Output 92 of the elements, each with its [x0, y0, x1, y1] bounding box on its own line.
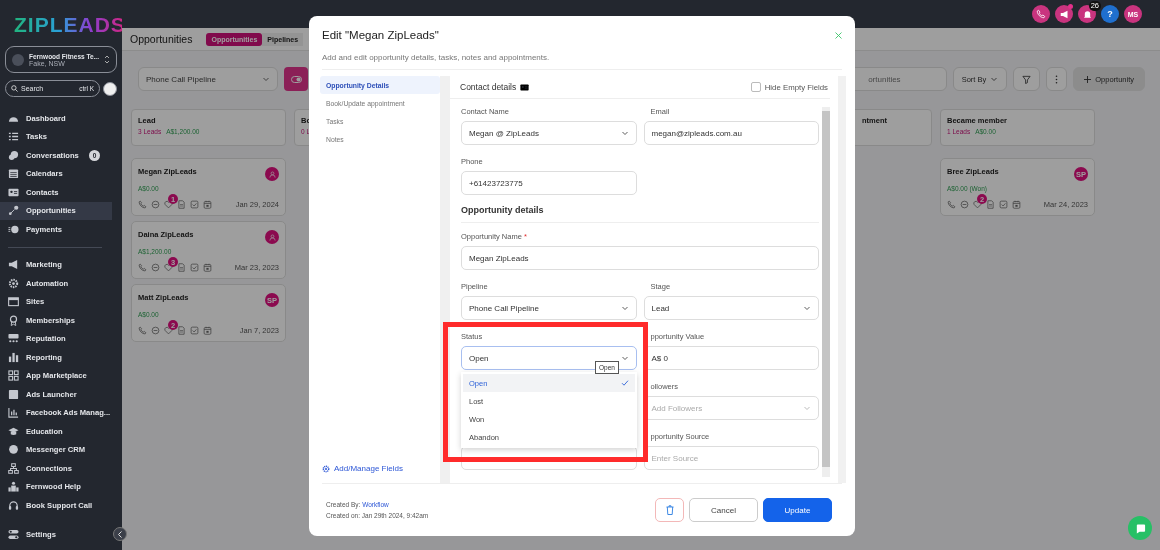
gear-icon	[8, 277, 19, 289]
chevron-down-icon	[262, 75, 270, 83]
dialog-title: Edit "Megan ZipLeads"	[322, 29, 439, 41]
chat-icon[interactable]	[151, 326, 160, 335]
grid-icon	[8, 370, 19, 382]
toggle-icon	[290, 75, 302, 83]
phone-icon[interactable]	[138, 200, 147, 209]
plus-icon	[1084, 75, 1092, 83]
ribbon-icon	[8, 314, 19, 326]
phone-icon	[1036, 9, 1046, 19]
select-field[interactable]: Megan @ ZipLeads	[461, 121, 637, 145]
phone-icon[interactable]	[947, 200, 956, 209]
dialog-subtitle: Add and edit opportunity details, tasks, notes and appointments.	[322, 53, 842, 70]
chevron-down-icon	[990, 75, 999, 83]
chevron-left-icon	[117, 530, 123, 538]
phone-icon[interactable]	[138, 263, 147, 272]
document-icon[interactable]	[177, 263, 186, 272]
bell-icon	[1082, 9, 1092, 19]
select-field[interactable]: Phone Call Pipeline	[461, 296, 637, 320]
toggles-icon	[8, 529, 19, 541]
select-field[interactable]: Lead	[643, 296, 819, 320]
document-icon[interactable]	[986, 200, 995, 209]
checklist-icon	[8, 131, 19, 143]
people-icon	[8, 481, 19, 493]
trash-icon	[665, 505, 674, 515]
stars-icon	[8, 333, 19, 345]
coin-icon	[8, 223, 19, 235]
search-icon	[11, 85, 18, 92]
phone-icon[interactable]	[138, 326, 147, 335]
checkbox-icon[interactable]	[999, 200, 1008, 209]
section-title: Opportunity details	[461, 205, 819, 223]
pipeline-select[interactable]: Phone Call Pipeline	[138, 67, 278, 91]
section-title: Contact details	[460, 82, 517, 92]
nodes-icon	[8, 205, 19, 217]
id-card-icon	[8, 186, 19, 198]
check-icon	[620, 379, 629, 387]
document-icon[interactable]	[177, 326, 186, 335]
location-avatar	[12, 53, 24, 66]
bar-chart-icon	[8, 351, 19, 363]
close-button[interactable]	[835, 31, 842, 39]
heart-icon[interactable]	[164, 326, 173, 335]
filter-icon	[1022, 74, 1032, 84]
announcements-button[interactable]	[1055, 5, 1073, 23]
chat-icon[interactable]	[151, 200, 160, 209]
input-field[interactable]: Megan ZipLeads	[461, 246, 819, 270]
scrollbar[interactable]	[822, 107, 830, 477]
up-down-chevron-icon	[104, 55, 110, 64]
input-field[interactable]: +61423723775	[461, 171, 637, 195]
chat-bubbles-icon	[8, 149, 19, 161]
network-icon	[8, 462, 19, 474]
checkbox-icon[interactable]	[190, 326, 199, 335]
help-button[interactable]: ?	[1101, 5, 1119, 23]
calendar-icon[interactable]	[203, 326, 212, 335]
filter-button[interactable]	[1013, 67, 1041, 91]
chevron-down-icon	[803, 304, 811, 312]
heart-icon[interactable]	[164, 263, 173, 272]
checkbox-icon[interactable]	[190, 263, 199, 272]
secondary-button[interactable]: Cancel	[689, 498, 758, 522]
document-icon[interactable]	[177, 200, 186, 209]
primary-button[interactable]: Update	[763, 498, 832, 522]
chart-icon	[8, 407, 19, 419]
calendar-icon[interactable]	[203, 200, 212, 209]
close-icon	[835, 31, 842, 39]
tile-icon	[8, 388, 19, 400]
delete-button[interactable]	[655, 498, 684, 522]
page-title: Opportunities	[130, 33, 193, 45]
kebab-menu-icon	[1055, 74, 1059, 84]
chevron-down-icon	[620, 354, 629, 362]
calendar-icon[interactable]	[203, 263, 212, 272]
chevron-down-icon	[620, 129, 629, 137]
browser-window-icon	[8, 296, 19, 308]
megaphone-icon	[1059, 9, 1069, 19]
headset-icon	[8, 499, 19, 511]
checkbox-icon[interactable]	[190, 200, 199, 209]
quick-action-button[interactable]	[103, 81, 117, 96]
calendar-icon[interactable]	[1012, 200, 1021, 209]
chat-icon[interactable]	[151, 263, 160, 272]
input-field[interactable]: megan@zipleads.com.au	[643, 121, 819, 145]
chevron-down-icon	[620, 304, 629, 312]
notification-dot	[1068, 4, 1073, 9]
megaphone-icon	[8, 259, 19, 271]
calendar-icon	[8, 168, 19, 180]
view-toggle-button[interactable]	[284, 67, 308, 91]
id-card-icon	[520, 82, 530, 92]
graduation-cap-icon	[8, 425, 19, 437]
chat-icon[interactable]	[960, 200, 969, 209]
heart-icon[interactable]	[164, 200, 173, 209]
gear-icon	[322, 464, 330, 473]
heart-icon[interactable]	[973, 200, 982, 209]
manage-fields-link[interactable]: Add/Manage Fields	[320, 464, 440, 473]
chevron-down-icon	[803, 404, 811, 412]
phone-button[interactable]	[1032, 5, 1050, 23]
